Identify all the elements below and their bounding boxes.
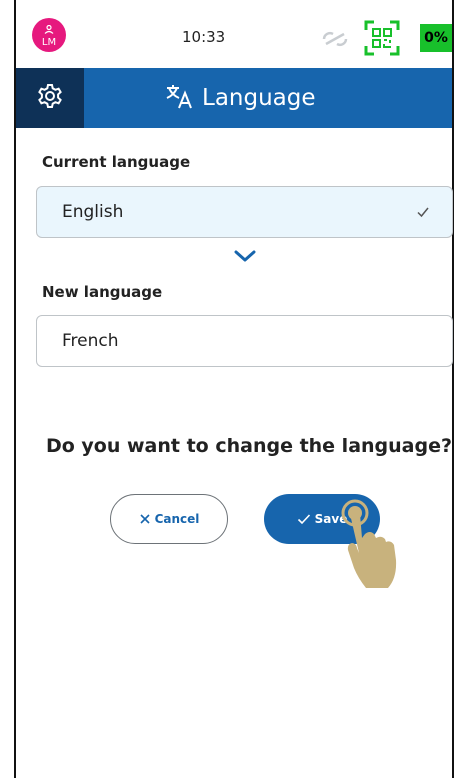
user-icon [44,24,54,37]
current-language-field: English [36,186,453,238]
check-icon [416,204,430,224]
check-icon [297,514,310,525]
current-language-value: English [62,202,124,222]
close-icon [140,514,150,524]
avatar[interactable]: LM [32,18,66,52]
translate-icon [164,81,194,115]
tap-hand-icon [334,498,400,594]
page-title-group: Language [164,68,316,128]
new-language-label: New language [42,283,163,301]
app-frame: LM 10:33 0% Language Current language En… [14,0,454,778]
qr-scan-icon[interactable] [364,20,400,60]
battery-indicator: 0% [420,24,452,52]
header-bar: Language [16,68,452,128]
sync-disconnected-icon [320,30,350,52]
cancel-button[interactable]: Cancel [110,494,228,544]
settings-button[interactable] [16,68,84,128]
current-language-label: Current language [42,153,191,171]
chevron-down-icon [233,248,257,268]
cancel-label: Cancel [154,512,200,526]
new-language-select[interactable]: French [36,315,453,367]
avatar-initials: LM [41,36,57,48]
confirmation-question: Do you want to change the language? [45,435,453,457]
clock: 10:33 [182,28,226,46]
gear-icon [36,82,64,114]
new-language-value: French [62,331,119,351]
status-bar: LM 10:33 0% [16,0,452,68]
page-title: Language [202,85,316,111]
